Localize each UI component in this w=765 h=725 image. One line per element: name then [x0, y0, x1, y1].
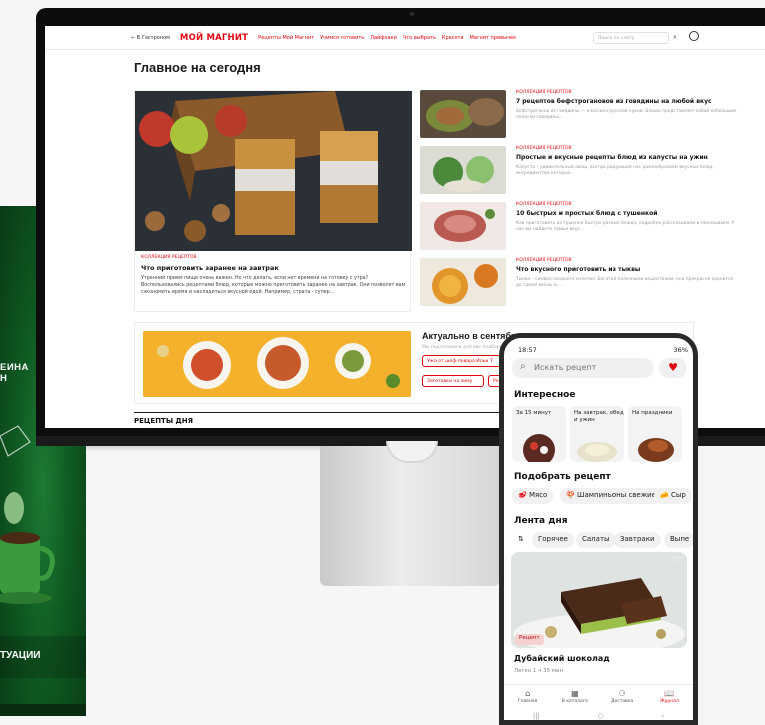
- banner-chip-preserves[interactable]: Заготовки на зиму: [422, 375, 484, 387]
- collection-desc: Капуста – удивительный овощ, всегда раду…: [516, 165, 714, 177]
- site-logo[interactable]: МОЙ МАГНИТ: [180, 33, 248, 43]
- nav-item-habits[interactable]: Магнит привычек: [469, 35, 516, 41]
- favorites-heart-icon[interactable]: ♥: [659, 358, 687, 378]
- banner-subtitle: Мы подготовили для вас подборки: [422, 345, 506, 350]
- nav-catalog[interactable]: ▦ В каталоге: [555, 685, 595, 712]
- nav-item-recipes[interactable]: Рецепты Мой Магнит: [258, 35, 314, 41]
- grid-icon: ▦: [571, 689, 579, 698]
- user-icon[interactable]: [689, 31, 699, 41]
- poster-line-1: ЕИНА Н: [0, 362, 29, 385]
- collection-item[interactable]: КОЛЛЕКЦИЯ РЕЦЕПТОВ 10 быстрых и простых …: [420, 202, 740, 258]
- interesting-card[interactable]: На праздники: [628, 406, 682, 462]
- hero-text: КОЛЛЕКЦИЯ РЕЦЕПТОВ Что приготовить заран…: [141, 255, 407, 297]
- chip-cheese[interactable]: 🧀 Сыр: [654, 488, 692, 504]
- home-icon: ⌂: [525, 689, 531, 698]
- feed-title: Лента дня: [514, 516, 568, 526]
- delivery-icon: ⚆: [618, 689, 626, 698]
- interesting-card[interactable]: За 15 минут: [512, 406, 566, 462]
- nav-journal[interactable]: 📖 Журнал: [649, 685, 689, 712]
- phone-app: 18:57 36% Искать рецепт ⌕ ♥ Интересное З…: [499, 333, 698, 725]
- collection-kicker: КОЛЛЕКЦИЯ РЕЦЕПТОВ: [516, 90, 572, 95]
- composite-scene: ЕИНА Н ТУАЦИИ ← В Гастроном МОЙ МАГНИТ Ре…: [0, 0, 765, 725]
- collection-item[interactable]: КОЛЛЕКЦИЯ РЕЦЕПТОВ 7 рецептов бефстроган…: [420, 90, 740, 146]
- collection-kicker: КОЛЛЕКЦИЯ РЕЦЕПТОВ: [516, 258, 572, 263]
- system-nav: ||| ○ ‹: [504, 712, 693, 720]
- nav-item-lifehacks[interactable]: Лайфхаки: [370, 35, 397, 41]
- collection-desc: Тыква – символ позднего излетия. Богатая…: [516, 277, 734, 289]
- recent-apps-icon[interactable]: |||: [533, 712, 540, 720]
- collection-item[interactable]: КОЛЛЕКЦИЯ РЕЦЕПТОВ Что вкусного приготов…: [420, 258, 740, 314]
- pick-recipe-title: Подобрать рецепт: [514, 472, 611, 482]
- status-bar: 18:57 36%: [518, 346, 688, 354]
- recipe-title[interactable]: Дубайский шоколад: [514, 654, 610, 663]
- chip-breakfasts[interactable]: Завтраки: [614, 532, 661, 548]
- monitor-shadow: [86, 446, 320, 452]
- nav-delivery[interactable]: ⚆ Доставка: [602, 685, 642, 712]
- search-icon[interactable]: ⌕: [673, 33, 677, 42]
- back-link[interactable]: ← В Гастроном: [131, 35, 170, 41]
- nav-item-learn[interactable]: Учимся готовить: [320, 35, 364, 41]
- interesting-title: Интересное: [514, 390, 576, 400]
- book-icon: 📖: [664, 689, 675, 698]
- recipe-meta: Легко 1 ч 35 мин: [514, 668, 564, 674]
- hero-kicker: КОЛЛЕКЦИЯ РЕЦЕПТОВ: [141, 255, 197, 260]
- nav-home[interactable]: ⌂ Главная: [508, 685, 548, 712]
- heart-outline-icon[interactable]: ♡: [671, 556, 679, 566]
- hero-title[interactable]: Что приготовить заранее на завтрак: [141, 264, 407, 272]
- collection-item[interactable]: КОЛЛЕКЦИЯ РЕЦЕПТОВ Простые и вкусные рец…: [420, 146, 740, 202]
- collection-thumb: [420, 146, 506, 194]
- collection-thumb: [420, 202, 506, 250]
- collection-thumb: [420, 90, 506, 138]
- poster-footer: [0, 704, 86, 716]
- banner-chip-chef[interactable]: Ужа от шеф-повара Ильи Т: [422, 355, 502, 367]
- hero-description: Утренний прием пищи очень важен. Но что …: [141, 276, 406, 296]
- hero-article-card[interactable]: КОЛЛЕКЦИЯ РЕЦЕПТОВ Что приготовить заран…: [134, 90, 412, 312]
- chip-salads[interactable]: Салаты: [576, 532, 616, 548]
- poster-line-2: ТУАЦИИ: [0, 650, 41, 661]
- back-icon[interactable]: ‹: [661, 712, 664, 720]
- recipe-badge: Рецепт: [515, 634, 544, 645]
- chip-mushrooms[interactable]: 🍄 Шампиньоны свежие: [560, 488, 662, 504]
- status-time: 18:57: [518, 346, 537, 354]
- hero-image: [135, 91, 412, 251]
- bottom-nav: ⌂ Главная ▦ В каталоге ⚆ Доставка 📖 Журнал: [504, 684, 693, 712]
- site-search-input[interactable]: Поиск по сайту: [593, 32, 669, 44]
- home-circle-icon[interactable]: ○: [598, 712, 604, 720]
- collection-title[interactable]: 7 рецептов бефстрогановов из говядины на…: [516, 98, 740, 106]
- recipe-card[interactable]: ♡ Рецепт: [511, 552, 687, 648]
- collection-desc: Бефстроганов из говядины — классика русс…: [516, 109, 737, 121]
- chip-meat[interactable]: 🥩 Мясо: [512, 488, 554, 504]
- collection-kicker: КОЛЛЕКЦИЯ РЕЦЕПТОВ: [516, 146, 572, 151]
- banner-image[interactable]: [143, 331, 411, 397]
- collection-thumb: [420, 258, 506, 306]
- sort-icon[interactable]: ⇅: [512, 532, 530, 548]
- interesting-card[interactable]: На завтрак, обед и ужин: [570, 406, 624, 462]
- chip-hot[interactable]: Горячее: [532, 532, 574, 548]
- chip-baking[interactable]: Выпе: [664, 532, 693, 548]
- status-battery: 36%: [673, 346, 688, 354]
- nav-item-choose[interactable]: Что выбрать: [403, 35, 436, 41]
- nav-item-beauty[interactable]: Красота: [442, 35, 464, 41]
- collection-title[interactable]: Что вкусного приготовить из тыквы: [516, 266, 740, 274]
- camera-dot: [410, 12, 414, 16]
- collection-desc: Как приготовить из тушенки быстро разные…: [516, 221, 735, 233]
- search-icon: ⌕: [520, 361, 526, 372]
- monitor-stand: [320, 446, 500, 586]
- collection-kicker: КОЛЛЕКЦИЯ РЕЦЕПТОВ: [516, 202, 572, 207]
- breakfast-parfait-illustration: [135, 91, 412, 251]
- collection-title[interactable]: 10 быстрых и простых блюд с тушенкой: [516, 210, 740, 218]
- recipe-search-input[interactable]: Искать рецепт: [512, 358, 654, 378]
- collection-title[interactable]: Простые и вкусные рецепты блюд из капуст…: [516, 154, 740, 162]
- page-title: Главное на сегодня: [134, 60, 261, 75]
